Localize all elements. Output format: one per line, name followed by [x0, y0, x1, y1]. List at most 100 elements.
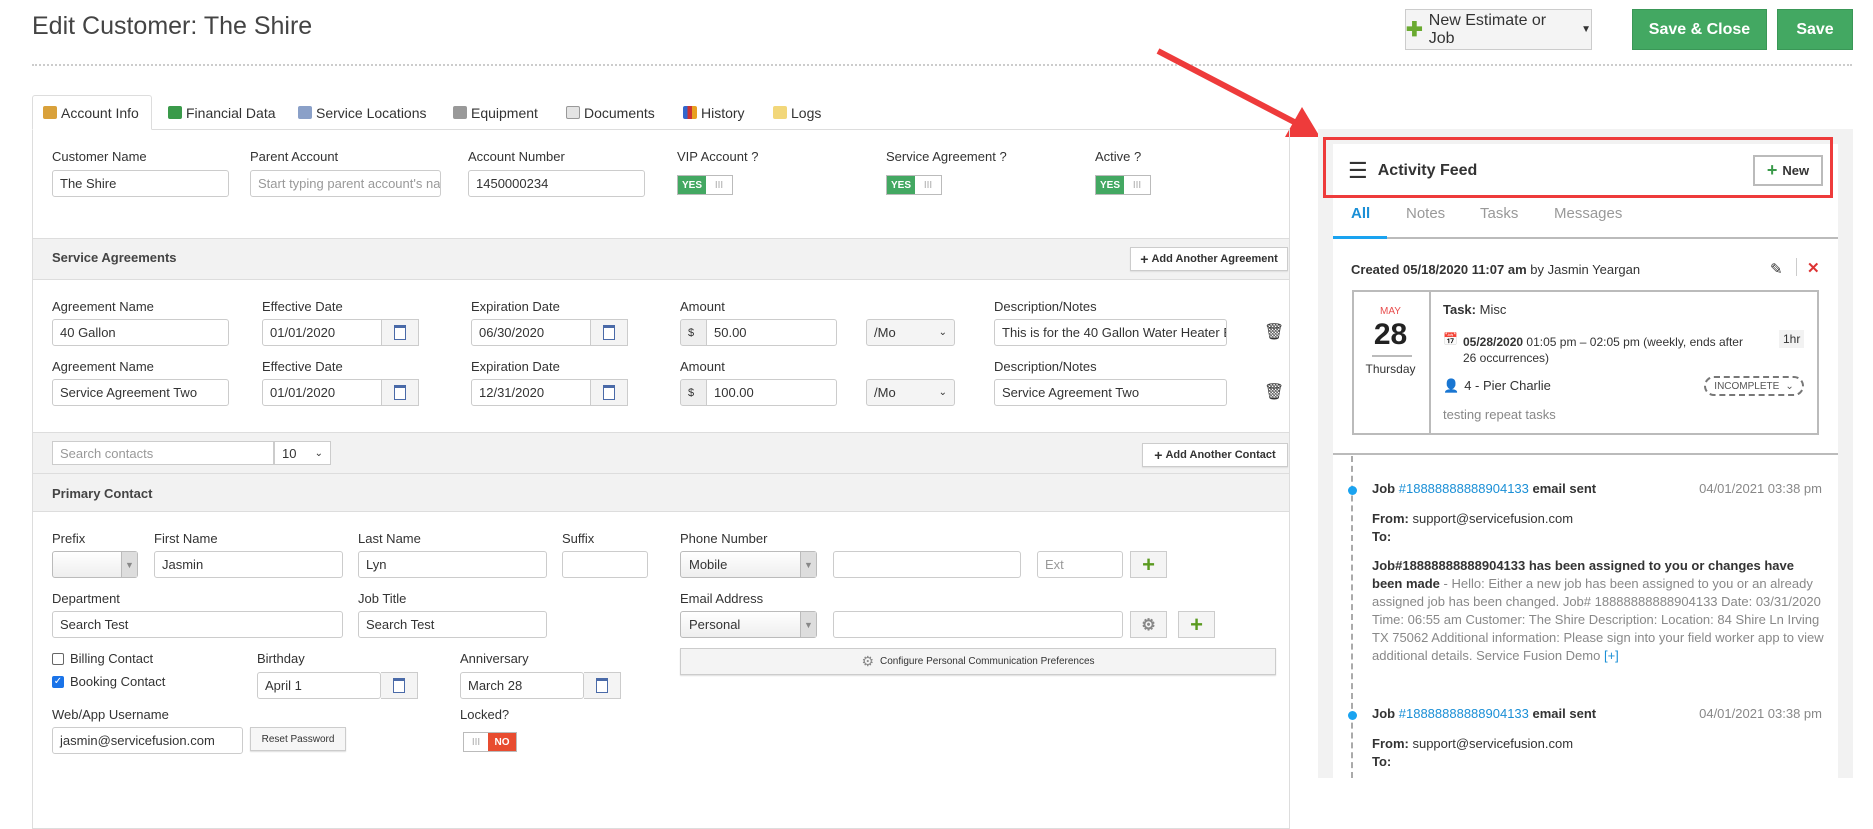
save-close-button[interactable]: Save & Close: [1632, 9, 1767, 50]
parent-account-input[interactable]: Start typing parent account's nam: [250, 170, 441, 197]
add-agreement-button[interactable]: + Add Another Agreement: [1130, 247, 1288, 271]
money-icon: [168, 106, 182, 119]
prefix-select[interactable]: ▼: [52, 551, 138, 578]
trash-icon[interactable]: 🗑: [1264, 322, 1284, 342]
phone-type-select[interactable]: Mobile ▼: [680, 551, 817, 578]
effective-date-input[interactable]: 01/01/2020: [262, 379, 382, 406]
delete-icon[interactable]: ✕: [1807, 259, 1820, 277]
email-type-select[interactable]: Personal ▼: [680, 611, 817, 638]
active-toggle[interactable]: YES III: [1095, 175, 1151, 195]
job-link[interactable]: #18888888888904133: [1399, 706, 1529, 721]
ext-input[interactable]: Ext: [1037, 551, 1123, 578]
email-input[interactable]: [833, 611, 1123, 638]
agreement-name-label: Agreement Name: [52, 359, 154, 374]
service-agreements-title: Service Agreements: [52, 250, 177, 265]
effective-date-input[interactable]: 01/01/2020: [262, 319, 382, 346]
locked-label: Locked?: [460, 707, 510, 722]
page-size-select[interactable]: 10 ⌄: [274, 441, 331, 465]
vip-toggle[interactable]: YES III: [677, 175, 733, 195]
expand-link[interactable]: [+]: [1604, 648, 1619, 663]
booking-contact-checkbox[interactable]: ✓ Booking Contact: [52, 674, 165, 689]
tab-logs[interactable]: Logs: [773, 95, 821, 130]
billing-contact-checkbox[interactable]: Billing Contact: [52, 651, 153, 666]
job-link[interactable]: #18888888888904133: [1399, 481, 1529, 496]
service-agreement-toggle[interactable]: YES III: [886, 175, 942, 195]
checkbox-unchecked-icon: [52, 652, 64, 665]
add-contact-button[interactable]: + Add Another Contact: [1142, 443, 1288, 467]
active-label: Active ?: [1095, 149, 1142, 164]
last-name-input[interactable]: Lyn: [358, 551, 547, 578]
expiration-date-input[interactable]: 06/30/2020: [471, 319, 591, 346]
effective-date-label: Effective Date: [262, 359, 343, 374]
description-input[interactable]: Service Agreement Two: [994, 379, 1227, 406]
task-status-dropdown[interactable]: INCOMPLETE ⌄: [1704, 376, 1804, 396]
calendar-icon[interactable]: [382, 319, 419, 346]
email-settings-button[interactable]: ⚙: [1130, 611, 1167, 638]
description-input[interactable]: This is for the 40 Gallon Water Heater E…: [994, 319, 1227, 346]
first-name-input[interactable]: Jasmin: [154, 551, 343, 578]
add-email-button[interactable]: +: [1178, 611, 1215, 638]
amount-input[interactable]: 100.00: [706, 379, 837, 406]
feed-tab-all[interactable]: All: [1351, 205, 1370, 222]
phone-input[interactable]: [833, 551, 1021, 578]
calendar-icon[interactable]: [381, 672, 418, 699]
duration-badge: 1hr: [1779, 330, 1805, 348]
feed-tab-messages[interactable]: Messages: [1554, 205, 1622, 222]
configure-preferences-button[interactable]: ⚙ Configure Personal Communication Prefer…: [680, 648, 1276, 675]
expiration-date-input[interactable]: 12/31/2020: [471, 379, 591, 406]
tab-history[interactable]: History: [683, 95, 745, 130]
birthday-input[interactable]: April 1: [257, 672, 381, 699]
email-label: Email Address: [680, 591, 764, 606]
task-schedule: 05/28/2020 01:05 pm – 02:05 pm (weekly, …: [1463, 335, 1743, 365]
web-username-input[interactable]: jasmin@servicefusion.com: [52, 727, 243, 754]
calendar-icon[interactable]: [382, 379, 419, 406]
suffix-input[interactable]: [562, 551, 648, 578]
edit-icon[interactable]: ✎: [1770, 260, 1783, 278]
tab-service-locations[interactable]: Service Locations: [298, 95, 427, 130]
calendar-icon[interactable]: [584, 672, 621, 699]
plus-icon: +: [1140, 251, 1149, 267]
reset-password-button[interactable]: Reset Password: [250, 727, 346, 751]
feed-item-to: To:: [1372, 754, 1392, 769]
job-title-input[interactable]: Search Test: [358, 611, 547, 638]
agreement-name-input[interactable]: 40 Gallon: [52, 319, 229, 346]
expiration-date-label: Expiration Date: [471, 299, 560, 314]
department-input[interactable]: Search Test: [52, 611, 343, 638]
feed-tab-notes[interactable]: Notes: [1406, 205, 1445, 222]
amount-input[interactable]: 50.00: [706, 319, 837, 346]
calendar-icon[interactable]: [591, 319, 628, 346]
caret-down-icon: ▼: [800, 552, 816, 577]
caret-down-icon: ▼: [800, 612, 816, 637]
tab-documents[interactable]: Documents: [566, 95, 655, 130]
chart-icon: [683, 106, 697, 119]
tab-equipment[interactable]: Equipment: [453, 95, 538, 130]
parent-account-label: Parent Account: [250, 149, 339, 164]
new-estimate-button[interactable]: ✚ New Estimate or Job ▼: [1405, 9, 1592, 50]
divider: [1796, 258, 1797, 276]
new-activity-button[interactable]: + New: [1753, 155, 1823, 186]
account-number-input[interactable]: 1450000234: [468, 170, 645, 197]
plus-icon: +: [1154, 447, 1163, 463]
locked-toggle[interactable]: III NO: [463, 732, 517, 752]
save-button[interactable]: Save: [1777, 9, 1853, 50]
customer-name-input[interactable]: The Shire: [52, 170, 229, 197]
tab-account-info[interactable]: Account Info: [32, 95, 152, 130]
anniversary-input[interactable]: March 28: [460, 672, 584, 699]
task-note: testing repeat tasks: [1443, 407, 1556, 422]
feed-item-title: Job #18888888888904133 email sent: [1372, 706, 1597, 721]
plus-icon: +: [1190, 611, 1203, 637]
chevron-down-icon: ⌄: [314, 447, 323, 459]
search-contacts-input[interactable]: Search contacts: [52, 441, 274, 465]
trash-icon[interactable]: 🗑: [1264, 382, 1284, 402]
agreement-name-input[interactable]: Service Agreement Two: [52, 379, 229, 406]
period-select[interactable]: /Mo ⌄: [866, 319, 955, 346]
prefix-label: Prefix: [52, 531, 86, 546]
calendar-icon[interactable]: [591, 379, 628, 406]
period-select[interactable]: /Mo ⌄: [866, 379, 955, 406]
equipment-icon: [453, 106, 467, 119]
tab-financial-data[interactable]: Financial Data: [168, 95, 276, 130]
add-phone-button[interactable]: +: [1130, 551, 1167, 578]
first-name-label: First Name: [154, 531, 218, 546]
list-icon: ☰: [1348, 158, 1368, 183]
feed-tab-tasks[interactable]: Tasks: [1480, 205, 1518, 222]
